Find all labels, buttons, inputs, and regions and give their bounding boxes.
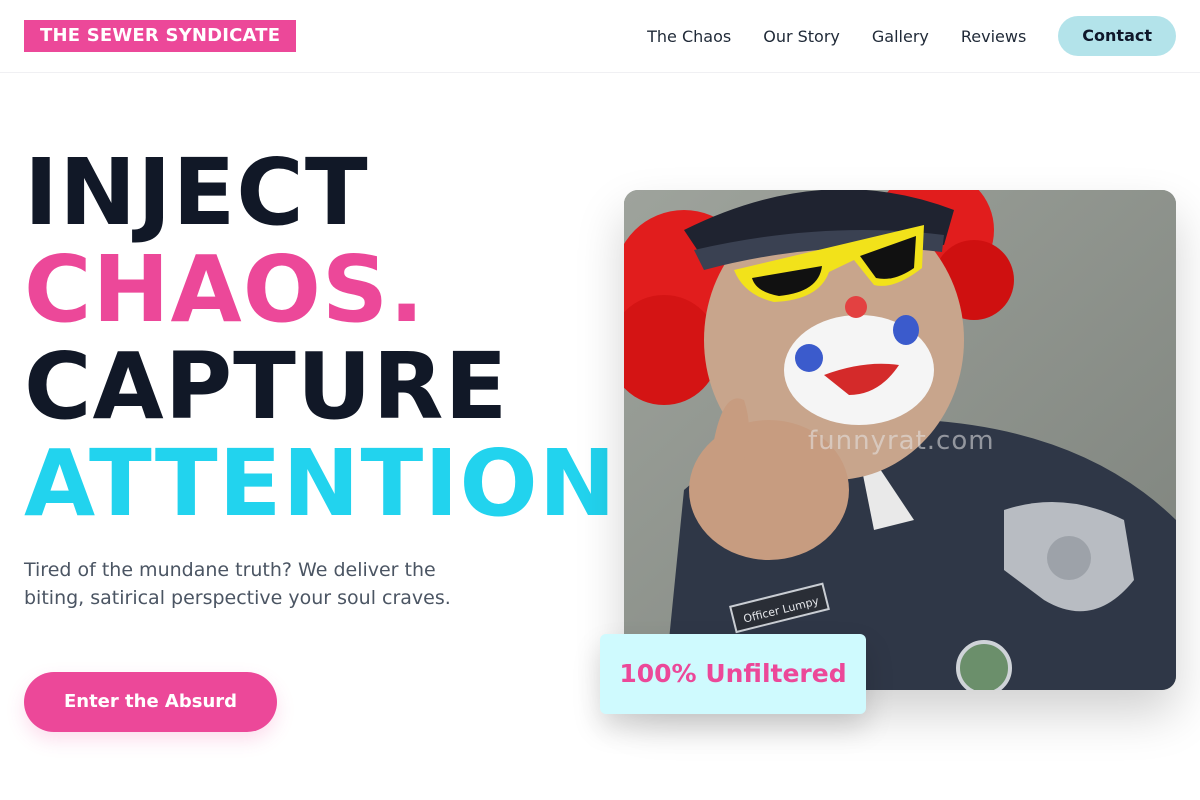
headline-line-inject: INJECT	[24, 139, 369, 246]
hero-photo: Officer Lumpy funnyrat.com	[624, 190, 1176, 690]
contact-button[interactable]: Contact	[1058, 16, 1176, 56]
headline-line-capture: CAPTURE	[24, 333, 509, 440]
nav-link-gallery[interactable]: Gallery	[872, 27, 929, 46]
headline-line-chaos: CHAOS.	[24, 236, 426, 343]
nav-link-the-chaos[interactable]: The Chaos	[647, 27, 731, 46]
headline-line-attention: ATTENTION.	[24, 430, 653, 537]
hero-subtitle: Tired of the mundane truth? We deliver t…	[24, 559, 451, 609]
brand-logo[interactable]: THE SEWER SYNDICATE	[24, 20, 297, 52]
photo-watermark: funnyrat.com	[808, 426, 995, 456]
unfiltered-badge: 100% Unfiltered	[600, 634, 866, 714]
enter-the-absurd-button[interactable]: Enter the Absurd	[24, 672, 277, 732]
site-header: THE SEWER SYNDICATE The Chaos Our Story …	[0, 0, 1200, 73]
nav-link-reviews[interactable]: Reviews	[961, 27, 1026, 46]
nav-link-our-story[interactable]: Our Story	[763, 27, 840, 46]
main-nav: The Chaos Our Story Gallery Reviews Cont…	[647, 16, 1176, 56]
hero-headline: INJECT CHAOS. CAPTURE ATTENTION.	[24, 144, 653, 532]
